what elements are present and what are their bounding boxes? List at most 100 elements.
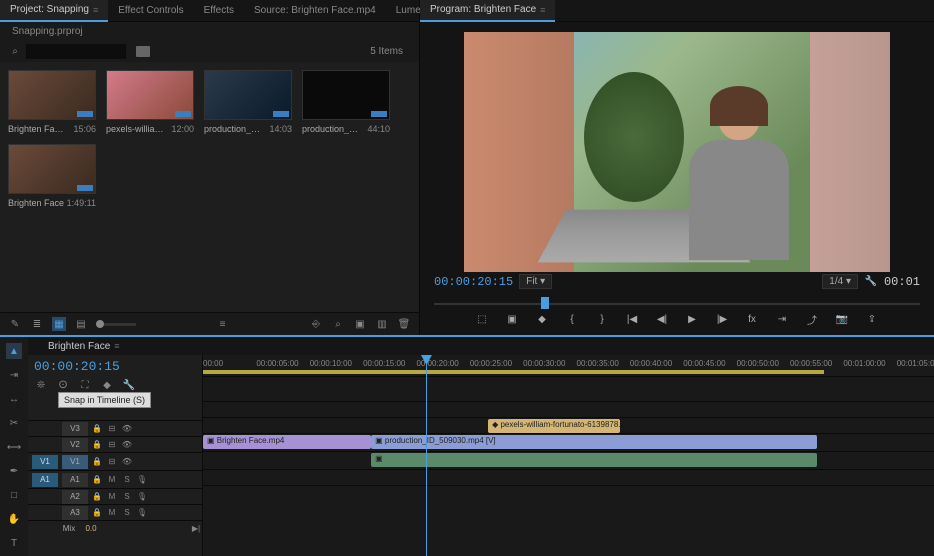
mix-value[interactable]: 0.0	[80, 524, 102, 533]
timeline-clip-audio[interactable]: ▣	[371, 453, 817, 467]
freeform-view-icon[interactable]: ▤	[74, 317, 88, 331]
track-target-a3[interactable]: A3	[62, 506, 88, 520]
solo-button[interactable]: S	[121, 491, 133, 503]
thumbnail-size-slider[interactable]	[96, 323, 136, 326]
track-v2[interactable]: ◆ pexels-william-fortunato-6139878.mp4	[203, 417, 934, 433]
solo-button[interactable]: S	[121, 474, 133, 486]
timeline-clip[interactable]: ◆ pexels-william-fortunato-6139878.mp4	[488, 419, 620, 433]
marker-icon[interactable]: ◆	[100, 378, 114, 392]
program-timecode[interactable]: 00:00:20:15	[434, 275, 513, 289]
program-scrubber[interactable]	[434, 297, 920, 305]
list-view-icon[interactable]: ≣	[30, 317, 44, 331]
lift-icon[interactable]: ⇥	[774, 311, 790, 327]
eye-icon[interactable]: 👁	[121, 423, 133, 435]
automate-icon[interactable]: ⎆	[309, 317, 323, 331]
mic-icon[interactable]: 🎙	[136, 491, 148, 503]
mic-icon[interactable]: 🎙	[136, 474, 148, 486]
timeline-timecode[interactable]: 00:00:20:15	[34, 359, 196, 374]
fx-icon[interactable]: fx	[744, 311, 760, 327]
lock-icon[interactable]: 🔒	[91, 491, 103, 503]
selection-tool[interactable]: ▲	[6, 343, 22, 359]
track-target-a2[interactable]: A2	[62, 490, 88, 504]
tab-source[interactable]: Source: Brighten Face.mp4	[244, 0, 386, 22]
zoom-fit-select[interactable]: Fit ▾	[519, 274, 552, 289]
playback-res-select[interactable]: 1/4 ▾	[822, 274, 858, 289]
sync-icon[interactable]: ⊟	[106, 423, 118, 435]
eye-icon[interactable]: 👁	[121, 456, 133, 468]
mute-button[interactable]: M	[106, 474, 118, 486]
snapshot-icon[interactable]: 📷	[834, 311, 850, 327]
mute-button[interactable]: M	[106, 507, 118, 519]
export-frame-icon[interactable]: ⇪	[864, 311, 880, 327]
settings-icon[interactable]: 🔧	[122, 378, 136, 392]
find-icon[interactable]: ⌕	[331, 317, 345, 331]
tab-program[interactable]: Program: Brighten Face≡	[420, 0, 555, 22]
lock-icon[interactable]: 🔒	[91, 439, 103, 451]
solo-button[interactable]: S	[121, 507, 133, 519]
marker-in-icon[interactable]: ⬚	[474, 311, 490, 327]
playhead[interactable]	[426, 355, 427, 556]
track-a1[interactable]: ▣	[203, 451, 934, 469]
scrubber-handle[interactable]	[541, 297, 549, 309]
time-ruler[interactable]: 00:0000:00:05:0000:00:10:0000:00:15:0000…	[203, 355, 934, 377]
bin-clip[interactable]: Brighten Face.mp415:06	[8, 70, 96, 134]
track-v3[interactable]	[203, 401, 934, 417]
lock-icon[interactable]: 🔒	[91, 507, 103, 519]
bin-clip[interactable]: production_ID_509...44:10	[302, 70, 390, 134]
track-v1[interactable]: ▣ Brighten Face.mp4 ▣ production_ID_5090…	[203, 433, 934, 451]
lock-icon[interactable]: 🔒	[91, 456, 103, 468]
new-bin-icon[interactable]: ▣	[353, 317, 367, 331]
lock-icon[interactable]: 🔒	[91, 474, 103, 486]
bin-clip[interactable]: pexels-william-fort...12:00	[106, 70, 194, 134]
mic-icon[interactable]: 🎙	[136, 507, 148, 519]
icon-view-icon[interactable]: ▦	[52, 317, 66, 331]
close-icon[interactable]: ≡	[114, 341, 119, 351]
tab-effects[interactable]: Effects	[194, 0, 244, 22]
tab-effect-controls[interactable]: Effect Controls	[108, 0, 193, 22]
mark-out-icon[interactable]: }	[594, 311, 610, 327]
play-icon[interactable]: ▶	[684, 311, 700, 327]
link-icon[interactable]: ⛶	[78, 378, 92, 392]
step-fwd-icon[interactable]: |▶	[714, 311, 730, 327]
eye-icon[interactable]: 👁	[121, 439, 133, 451]
track-a2[interactable]	[203, 469, 934, 485]
close-icon[interactable]: ≡	[540, 5, 545, 15]
track-target-a1[interactable]: A1	[62, 473, 88, 487]
pen-tool[interactable]: ✒	[6, 463, 22, 479]
program-monitor[interactable]	[420, 22, 934, 272]
marker-out-icon[interactable]: ▣	[504, 311, 520, 327]
ripple-tool[interactable]: ↔	[6, 391, 22, 407]
source-patch-a1[interactable]: A1	[32, 473, 58, 487]
track-select-tool[interactable]: ⇥	[6, 367, 22, 383]
timeline-clip[interactable]: ▣ production_ID_509030.mp4 [V]	[371, 435, 817, 449]
timeline-tracks[interactable]: 00:0000:00:05:0000:00:10:0000:00:15:0000…	[203, 355, 934, 556]
rectangle-tool[interactable]: □	[6, 487, 22, 503]
settings-icon[interactable]: 🔧	[864, 275, 878, 289]
sequence-tab[interactable]: Brighten Face ≡	[38, 337, 130, 355]
work-area-bar[interactable]	[203, 370, 824, 374]
sort-icon[interactable]: ≡	[216, 317, 230, 331]
source-patch-v1[interactable]: V1	[32, 455, 58, 469]
mute-button[interactable]: M	[106, 491, 118, 503]
step-back-icon[interactable]: ◀|	[654, 311, 670, 327]
bin-clip[interactable]: production_ID_461...14:03	[204, 70, 292, 134]
write-icon[interactable]: ✎	[8, 317, 22, 331]
type-tool[interactable]: T	[6, 535, 22, 551]
track-target-v1[interactable]: V1	[62, 455, 88, 469]
folder-icon[interactable]	[136, 46, 150, 57]
tab-project[interactable]: Project: Snapping≡	[0, 0, 108, 22]
bin-search-input[interactable]	[26, 44, 126, 59]
lock-icon[interactable]: 🔒	[91, 423, 103, 435]
sync-icon[interactable]: ⊟	[106, 439, 118, 451]
bin-clip[interactable]: Brighten Face1:49:11	[8, 144, 96, 208]
trash-icon[interactable]: 🗑	[397, 317, 411, 331]
nest-icon[interactable]: ❊	[34, 378, 48, 392]
mark-in-icon[interactable]: {	[564, 311, 580, 327]
new-item-icon[interactable]: ▥	[375, 317, 389, 331]
slip-tool[interactable]: ⟷	[6, 439, 22, 455]
timeline-clip[interactable]: ▣ Brighten Face.mp4	[203, 435, 371, 449]
extract-icon[interactable]: ⤴	[804, 311, 820, 327]
hand-tool[interactable]: ✋	[6, 511, 22, 527]
sync-icon[interactable]: ⊟	[106, 456, 118, 468]
track-a3[interactable]	[203, 485, 934, 501]
